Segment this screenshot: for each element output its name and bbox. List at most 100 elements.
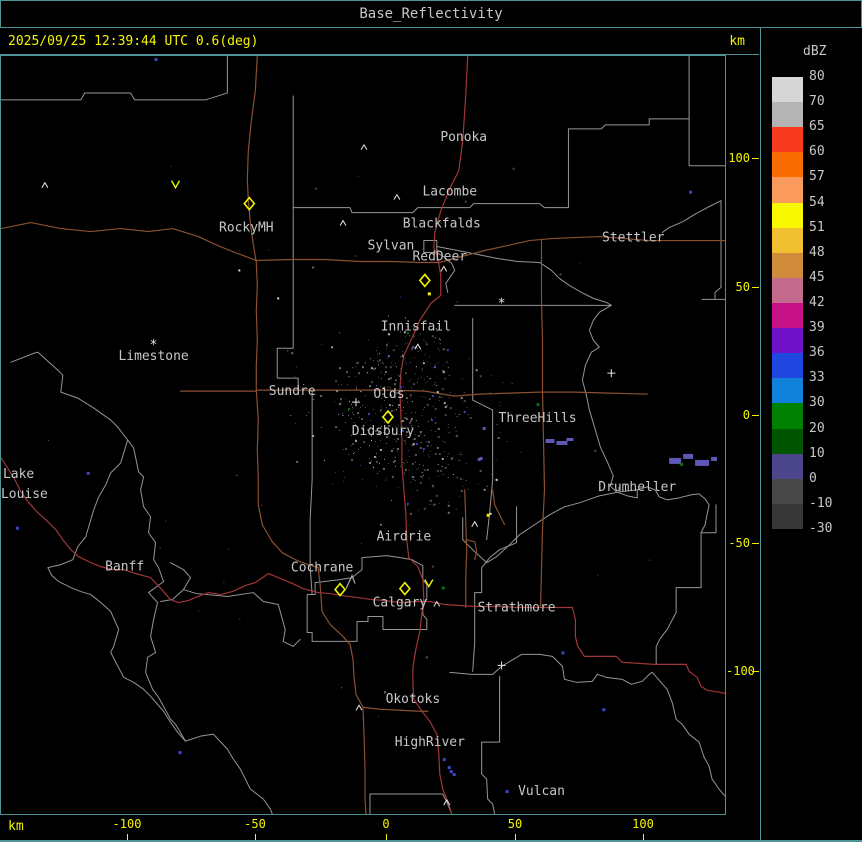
precip-speck [385,344,388,347]
blue-precip-speck [154,58,158,62]
precip-speck [421,396,423,398]
precip-speck [391,405,393,407]
precip-speck [378,359,381,362]
precip-speck [371,465,373,467]
precip-speck [358,400,360,402]
precip-speck [394,379,397,382]
precip-speck [431,335,434,338]
blue-precip-speck [442,758,446,762]
precip-speck [411,346,414,349]
precip-speck [422,474,424,476]
precip-speck [401,410,403,412]
radar-map-canvas[interactable]: * * Ponoka Lacombe Blackfalds Sylvan RedDeer St… [0,55,726,815]
precip-speck [408,381,410,383]
precip-speck [331,346,334,349]
precip-speck [380,372,382,374]
precip-speck [397,404,400,407]
precip-speck [345,422,347,424]
precip-speck [376,472,378,474]
precip-speck [431,395,434,398]
precip-speck [442,440,444,442]
precip-speck [395,366,397,368]
precip-speck [439,339,441,341]
precip-speck [228,548,230,550]
precip-speck [465,479,467,481]
precip-speck [506,440,508,442]
city-label: Vulcan [518,784,565,799]
caret-marker-icon [393,193,401,200]
legend-value-label: 80 [809,69,825,84]
city-label: Drumheller [598,480,676,495]
precip-speck [421,368,423,370]
precip-speck [379,409,382,412]
precip-speck [433,341,435,343]
x-axis-tick-label: 0 [382,817,390,831]
precip-speck [399,368,401,370]
precip-speck [398,375,401,378]
radar-site-diamond-icon [398,581,411,596]
secondary-highway-line [439,235,725,264]
precip-speck [444,378,446,380]
precip-speck [362,478,363,480]
precip-speck [432,486,434,488]
precip-speck [423,435,425,436]
precip-speck [559,273,562,276]
precip-speck [338,384,340,386]
precip-speck [348,415,350,417]
precip-speck [436,469,439,472]
city-label: Stettler [602,231,665,246]
precip-speck [464,200,467,203]
precip-speck [401,351,403,353]
radar-map-svg[interactable]: **PonokaLacombeBlackfaldsSylvanRedDeerSt… [1,56,725,814]
precip-speck [339,332,341,334]
precip-speck [443,450,445,452]
precip-speck [454,427,456,429]
county-boundary-line [581,304,710,534]
precip-speck [414,461,416,463]
precip-speck [419,431,422,434]
precip-speck [366,372,368,374]
precip-speck [435,385,437,387]
city-label: Banff [105,560,144,575]
bird-glyph-icon [345,574,356,589]
precip-speck [479,469,482,472]
precip-speck [419,446,422,449]
precip-speck [463,400,466,403]
precip-speck [370,381,373,384]
precip-speck [400,421,402,423]
precip-speck [335,426,338,429]
precip-speck [438,350,440,352]
precip-speck [442,348,445,351]
radar-site-diamond-icon [418,273,431,288]
precip-speck [447,511,450,514]
legend-swatch [772,227,803,253]
precip-speck [239,618,241,620]
precip-speck [433,384,435,386]
precip-speck [446,349,449,352]
precip-speck [391,449,393,451]
precip-speck [403,462,405,464]
precip-speck [437,475,439,477]
vee-marker-icon [170,180,181,190]
precip-speck [467,414,469,416]
precip-speck [450,457,453,460]
precip-speck [447,501,449,503]
legend-value-label: 33 [809,370,825,386]
precip-speck [404,317,406,319]
precip-speck [287,350,289,352]
precip-speck [355,439,358,442]
county-boundary-line [369,793,453,814]
precip-speck [384,366,387,369]
yellow-dot-marker-icon [427,292,431,296]
precip-speck [47,439,49,441]
precip-speck [442,365,444,367]
precip-speck [374,413,376,415]
precip-speck [170,165,172,167]
precip-speck [308,412,310,414]
precip-speck [338,414,340,416]
slate-precip-patch [711,456,718,461]
precip-speck [455,431,457,433]
precip-speck [460,489,463,492]
precip-speck [449,392,451,394]
caret-marker-icon [440,265,448,272]
